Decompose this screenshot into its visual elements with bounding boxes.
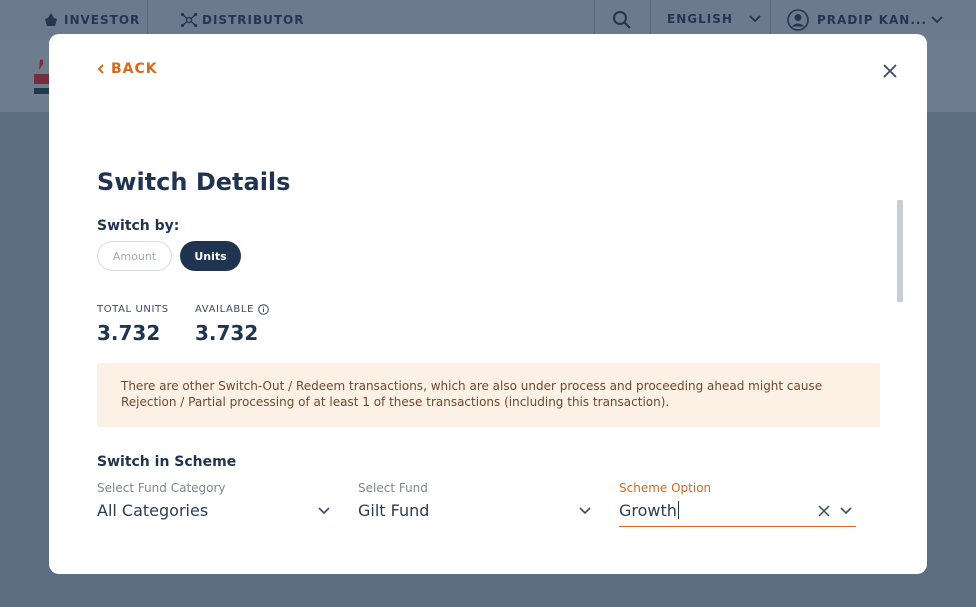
- fund-category-value: All Categories: [97, 501, 209, 520]
- chevron-left-icon: [97, 64, 104, 74]
- available-label: AVAILABLE: [195, 304, 269, 315]
- total-units-value: 3.732: [97, 321, 161, 345]
- switch-details-modal: BACK Switch Details Switch by: Amount Un…: [49, 34, 927, 574]
- search-button[interactable]: [612, 10, 632, 30]
- close-icon[interactable]: [881, 62, 899, 80]
- chevron-down-icon: [749, 15, 761, 23]
- fund-category-select[interactable]: Select Fund Category All Categories: [97, 481, 334, 527]
- text-caret: [677, 501, 679, 519]
- fund-value: Gilt Fund: [358, 501, 430, 520]
- back-label: BACK: [111, 61, 158, 77]
- user-avatar-icon: [787, 9, 809, 31]
- fund-label: Select Fund: [358, 481, 428, 495]
- fund-category-label: Select Fund Category: [97, 481, 226, 495]
- language-label: ENGLISH: [667, 12, 733, 26]
- scheme-option-value: Growth: [619, 501, 677, 520]
- total-units-label-text: TOTAL UNITS: [97, 304, 169, 315]
- scrollbar[interactable]: [897, 200, 903, 302]
- distributor-tab-label: DISTRIBUTOR: [202, 13, 305, 27]
- info-icon[interactable]: [258, 304, 269, 315]
- clear-icon[interactable]: [818, 505, 830, 517]
- scheme-option-label: Scheme Option: [619, 481, 712, 495]
- switch-in-scheme-title: Switch in Scheme: [97, 454, 237, 470]
- distributor-tab[interactable]: DISTRIBUTOR: [180, 12, 304, 28]
- back-button[interactable]: BACK: [97, 61, 158, 77]
- warning-banner: There are other Switch-Out / Redeem tran…: [97, 363, 880, 427]
- investor-icon: [45, 13, 57, 26]
- available-value: 3.732: [195, 321, 259, 345]
- user-name: PRADIP KAN...: [817, 13, 928, 27]
- scheme-option-input[interactable]: Growth: [619, 501, 679, 520]
- switch-by-label: Switch by:: [97, 218, 180, 234]
- chevron-down-icon: [318, 507, 330, 515]
- language-selector[interactable]: ENGLISH: [667, 12, 761, 26]
- chevron-down-icon[interactable]: [840, 507, 852, 515]
- warning-text: There are other Switch-Out / Redeem tran…: [121, 379, 823, 409]
- chevron-down-icon: [931, 16, 943, 24]
- fund-select[interactable]: Select Fund Gilt Fund: [358, 481, 595, 527]
- total-units-label: TOTAL UNITS: [97, 304, 169, 315]
- amount-toggle-button[interactable]: Amount: [97, 241, 172, 271]
- network-icon: [180, 12, 198, 28]
- units-toggle-button[interactable]: Units: [180, 241, 241, 271]
- user-menu[interactable]: PRADIP KAN...: [787, 9, 943, 31]
- scheme-option-select[interactable]: Scheme Option Growth: [619, 481, 856, 527]
- page-title: Switch Details: [97, 168, 291, 196]
- investor-tab[interactable]: INVESTOR: [42, 12, 140, 28]
- search-icon: [613, 11, 631, 29]
- investor-tab-label: INVESTOR: [64, 13, 141, 27]
- available-label-text: AVAILABLE: [195, 304, 254, 315]
- chevron-down-icon: [579, 507, 591, 515]
